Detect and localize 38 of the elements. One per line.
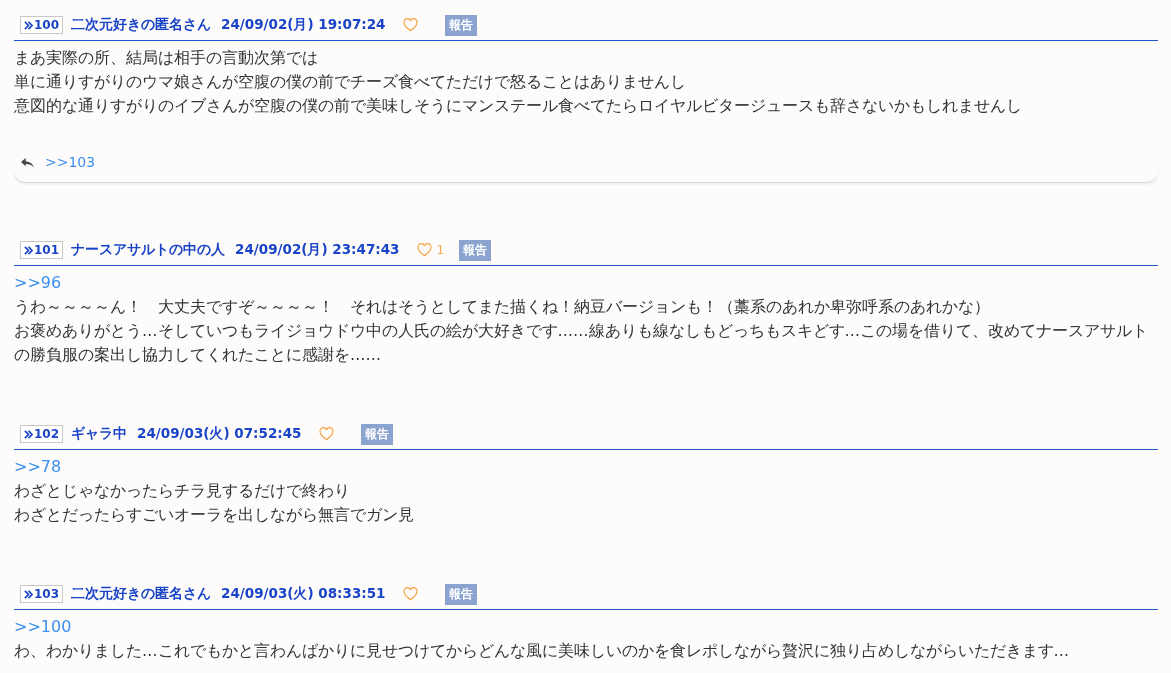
heart-icon[interactable] (403, 18, 419, 32)
post-date: 24/09/02(月) 19:07:24 (221, 16, 386, 34)
double-chevron-icon (24, 589, 33, 599)
heart-icon[interactable] (417, 243, 433, 257)
report-button[interactable]: 報告 (445, 583, 478, 605)
post-date: 24/09/03(火) 07:52:45 (137, 425, 302, 443)
post-text-line: わざとだったらすごいオーラを出しながら無言でガン見 (14, 505, 415, 526)
post-date: 24/09/02(月) 23:47:43 (235, 241, 400, 259)
poster-name: 二次元好きの匿名さん (71, 16, 212, 34)
poster-name: ナースアサルトの中の人 (71, 241, 226, 259)
post-text-line: 意図的な通りすがりのイブさんが空腹の僕の前で美味しそうにマンステール食べてたらロイヤルビタージュースも辞さないかもしれませんし (14, 96, 1023, 117)
report-button[interactable]: 報告 (445, 14, 478, 36)
post-text-line: 単に通りすがりのウマ娘さんが空腹の僕の前でチーズ食べてただけで怒ることはありませんし (14, 72, 687, 93)
double-chevron-icon (24, 20, 33, 30)
reply-anchor-link[interactable]: >>96 (14, 271, 1158, 295)
reply-link[interactable]: >>103 (45, 150, 96, 174)
reply-anchor-link[interactable]: >>100 (14, 615, 1158, 639)
post-number-link[interactable]: 100 (20, 16, 64, 34)
heart-icon[interactable] (403, 587, 419, 601)
poster-name: 二次元好きの匿名さん (71, 585, 212, 603)
double-chevron-icon (24, 429, 33, 439)
post-text-line: わ、わかりました…これでもかと言わんばかりに見せつけてからどんな風に美味しいのかを食レポしながら贅沢に独り占めしながらいただきます… (14, 641, 1070, 662)
post-number-link[interactable]: 103 (20, 585, 64, 603)
post-date: 24/09/03(火) 08:33:51 (221, 585, 386, 603)
reply-anchor-link[interactable]: >>78 (14, 455, 1158, 479)
report-button[interactable]: 報告 (459, 239, 492, 261)
post-text-line: お褒めありがとう…そしていつもライジョウドウ中の人氏の絵が大好きです……線ありも線なしもどっちもスキどす…この場を借りて、改めてナースアサルト (14, 321, 1149, 342)
double-chevron-icon (24, 245, 33, 255)
post-number-link[interactable]: 102 (20, 425, 64, 443)
heart-icon[interactable] (319, 427, 335, 441)
report-button[interactable]: 報告 (361, 423, 394, 445)
post-text-line: まあ実際の所、結局は相手の言動次第では (14, 48, 319, 69)
poster-name: ギャラ中 (71, 425, 128, 443)
post-text-line: の勝負服の案出し協力してくれたことに感謝を…… (14, 345, 382, 366)
post-text-line: わざとじゃなかったらチラ見するだけで終わり (14, 481, 351, 502)
like-count: 1 (436, 243, 445, 257)
post-text-line: うわ～～～～ん！ 大丈夫ですぞ～～～～！ それはそうとしてまた描くね！納豆バージョンも！（藁系のあれか卑弥呼系のあれかな） (14, 297, 991, 318)
post-number-link[interactable]: 101 (20, 241, 64, 259)
